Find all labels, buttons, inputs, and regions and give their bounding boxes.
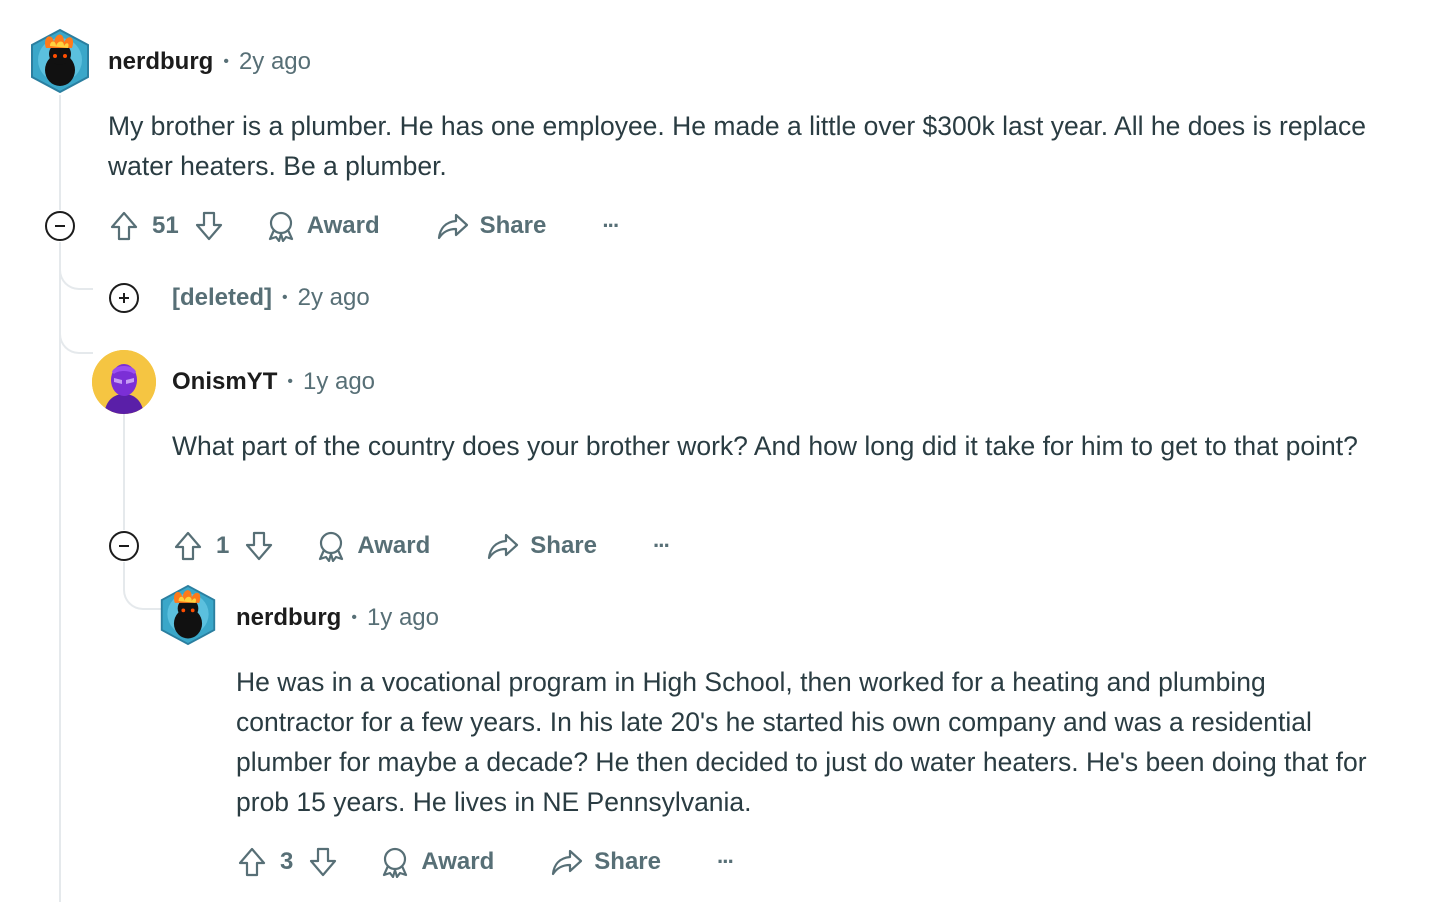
award-label: Award [421, 848, 495, 875]
username-link[interactable]: nerdburg [236, 604, 341, 632]
comment-meta: [deleted] • 2y ago [172, 282, 370, 314]
collapse-icon[interactable] [45, 211, 75, 241]
share-icon [437, 213, 468, 240]
username-link[interactable]: nerdburg [108, 48, 213, 76]
thread-branch-deleted [59, 242, 93, 290]
thread-branch-onismyt [59, 320, 93, 354]
more-icon[interactable]: ··· [653, 533, 671, 559]
comment-meta: nerdburg • 1y ago [236, 602, 439, 634]
avatar-nerdburg[interactable] [28, 28, 92, 94]
share-label: Share [594, 848, 661, 875]
vote-count: 1 [216, 532, 230, 559]
share-label: Share [479, 212, 547, 239]
thread-line-onismyt[interactable] [123, 414, 125, 530]
award-button[interactable]: Award [315, 530, 430, 562]
avatar-nerdburg[interactable] [158, 582, 218, 648]
username-link[interactable]: OnismYT [172, 368, 277, 396]
vote-count: 51 [152, 212, 179, 239]
share-label: Share [530, 532, 597, 559]
award-label: Award [306, 212, 380, 239]
meta-separator: • [287, 373, 293, 390]
upvote-icon[interactable] [106, 206, 142, 246]
upvote-icon[interactable] [234, 842, 270, 882]
meta-separator: • [351, 609, 357, 626]
share-icon [552, 849, 583, 876]
award-button[interactable]: Award [265, 210, 380, 242]
timestamp[interactable]: 1y ago [367, 604, 439, 632]
comment-meta: nerdburg • 2y ago [108, 46, 311, 78]
timestamp[interactable]: 2y ago [298, 284, 370, 312]
timestamp[interactable]: 2y ago [239, 48, 311, 76]
downvote-icon[interactable] [191, 206, 227, 246]
downvote-icon[interactable] [305, 842, 341, 882]
share-icon [488, 533, 519, 560]
thread-branch-nerdburg-reply [123, 562, 161, 610]
more-icon[interactable]: ··· [602, 213, 620, 239]
upvote-icon[interactable] [170, 526, 206, 566]
comment-actions: 51 Award Share ··· [106, 206, 620, 246]
downvote-icon[interactable] [241, 526, 277, 566]
vote-count: 3 [280, 848, 294, 875]
comment-actions: 1 Award Share ··· [170, 526, 671, 566]
avatar-onismyt[interactable] [92, 350, 156, 414]
thread-line-root[interactable] [59, 95, 61, 210]
meta-separator: • [223, 53, 229, 70]
username-deleted: [deleted] [172, 284, 273, 311]
award-icon [268, 211, 293, 242]
comment-body: What part of the country does your broth… [172, 431, 1358, 461]
share-button[interactable]: Share [436, 210, 547, 242]
award-button[interactable]: Award [379, 846, 494, 878]
comment-actions: 3 Award Share ··· [234, 842, 735, 882]
more-icon[interactable]: ··· [717, 849, 735, 875]
comment-body: My brother is a plumber. He has one empl… [108, 111, 1366, 181]
comment-meta: OnismYT • 1y ago [172, 366, 375, 398]
timestamp[interactable]: 1y ago [303, 368, 375, 396]
award-icon [319, 531, 344, 562]
share-button[interactable]: Share [486, 530, 597, 562]
comment-body: He was in a vocational program in High S… [236, 667, 1367, 817]
collapse-icon[interactable] [109, 531, 139, 561]
award-icon [383, 847, 408, 878]
meta-separator: • [282, 289, 288, 306]
award-label: Award [357, 532, 431, 559]
expand-icon[interactable] [109, 283, 139, 313]
share-button[interactable]: Share [550, 846, 661, 878]
